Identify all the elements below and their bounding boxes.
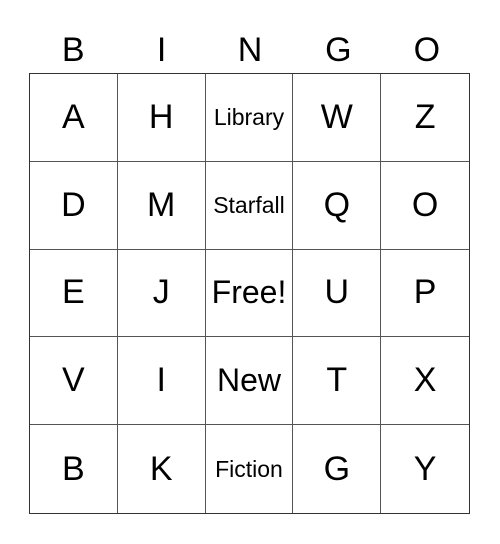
bingo-card: A H Library W Z D M Starfall Q O E J Fre… <box>29 73 470 514</box>
bingo-cell[interactable]: D <box>30 161 118 250</box>
bingo-cell[interactable]: New <box>205 337 294 426</box>
header-letter-n: N <box>237 31 263 69</box>
bingo-cell[interactable]: Library <box>205 74 294 162</box>
bingo-cell[interactable]: P <box>381 250 469 338</box>
bingo-cell[interactable]: K <box>118 425 206 513</box>
bingo-cell[interactable]: T <box>293 337 382 426</box>
bingo-cell[interactable]: O <box>381 162 469 250</box>
bingo-cell[interactable]: U <box>293 249 382 338</box>
header-letter-o: O <box>413 31 441 69</box>
bingo-cell[interactable]: J <box>117 249 206 338</box>
bingo-cell[interactable]: M <box>117 161 206 250</box>
bingo-cell[interactable]: I <box>117 337 206 426</box>
bingo-cell[interactable]: Fiction <box>206 425 294 513</box>
header-letter-g: G <box>325 31 352 69</box>
bingo-cell[interactable]: X <box>381 337 469 426</box>
bingo-cell[interactable]: W <box>293 74 382 162</box>
bingo-cell[interactable]: V <box>30 337 118 426</box>
header-letter-b: B <box>61 31 85 69</box>
header-letter-i: I <box>156 31 167 69</box>
bingo-cell[interactable]: Starfall <box>205 161 294 250</box>
free-space-cell[interactable]: Free! <box>205 249 294 338</box>
bingo-cell[interactable]: Y <box>381 425 469 513</box>
bingo-cell[interactable]: Z <box>381 74 469 162</box>
bingo-cell[interactable]: H <box>117 74 206 162</box>
bingo-cell[interactable]: E <box>30 249 118 338</box>
bingo-header: B I N G O <box>29 28 471 72</box>
bingo-cell[interactable]: G <box>293 425 382 513</box>
bingo-cell[interactable]: Q <box>293 161 382 250</box>
bingo-cell[interactable]: A <box>30 74 118 162</box>
bingo-cell[interactable]: B <box>30 425 118 513</box>
